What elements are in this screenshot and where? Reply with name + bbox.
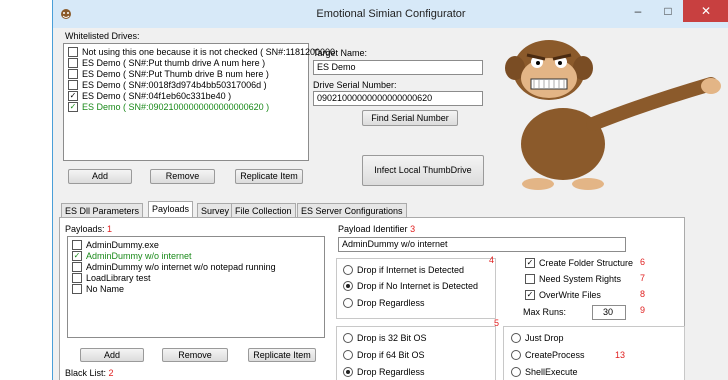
radio-option[interactable]: Drop Regardless [343,366,425,378]
max-runs-spinner[interactable]: 30 [592,305,626,320]
checkbox[interactable] [68,57,78,68]
annotation-marker: 1 [107,224,113,234]
checkbox-checked[interactable]: ✓ [525,257,535,268]
annotation-marker: 8 [640,289,646,299]
checkbox[interactable] [68,68,78,79]
target-name-label: Target Name: [313,48,368,58]
blacklist-label: Black List: 2 [65,368,114,378]
whitelist-label: Whitelisted Drives: [65,31,140,41]
annotation-marker: 9 [640,305,646,315]
max-runs-label: Max Runs: [523,307,567,317]
infect-thumbdrive-button[interactable]: Infect Local ThumbDrive [362,155,484,186]
radio-option[interactable]: Drop is 32 Bit OS [343,332,427,344]
minimize-button[interactable]: – [623,0,653,22]
radio-option[interactable]: ShellExecute [511,366,578,378]
radio-option[interactable]: Just Drop [511,332,564,344]
payload-item[interactable]: No Name [72,283,124,295]
annotation-marker: 6 [640,257,646,267]
whitelist-remove-button[interactable]: Remove [150,169,215,184]
payload-item[interactable]: LoadLibrary test [72,272,151,284]
checkbox[interactable] [525,273,535,284]
radio-button[interactable] [343,264,353,275]
payload-add-button[interactable]: Add [80,348,144,362]
maximize-button[interactable]: □ [653,0,683,22]
close-button[interactable]: ✕ [683,0,728,22]
whitelist-item[interactable]: ES Demo ( SN#:0018f3d974b4bb50317006d ) [68,79,267,91]
checkbox-checked[interactable]: ✓ [72,250,82,261]
payloads-tab-panel: Payloads: 1 AdminDummy.exe ✓ AdminDummy w… [59,217,685,380]
radio-button[interactable] [343,349,353,360]
checkbox[interactable] [72,283,82,294]
payload-item[interactable]: ✓ AdminDummy w/o internet [72,250,192,262]
checkbox-checked[interactable]: ✓ [525,289,535,300]
create-folder-checkbox[interactable]: ✓ Create Folder Structure [525,257,633,269]
annotation-marker: 5 [494,318,500,328]
annotation-marker: 13 [615,350,626,360]
radio-option[interactable]: Drop if No Internet is Detected [343,280,478,292]
radio-option[interactable]: Drop Regardless [343,297,425,309]
whitelist-item[interactable]: ✓ ES Demo ( SN#:09021000000000000000620 ) [68,101,269,113]
radio-button[interactable] [511,332,521,343]
payload-item[interactable]: AdminDummy w/o internet w/o notepad runn… [72,261,276,273]
checkbox[interactable] [72,239,82,250]
payloads-listbox[interactable]: AdminDummy.exe ✓ AdminDummy w/o internet … [67,236,325,338]
payload-replicate-button[interactable]: Replicate Item [248,348,316,362]
payload-identifier-label: Payload Identifier 3 [338,224,416,234]
payload-item[interactable]: AdminDummy.exe [72,239,159,251]
annotation-marker: 3 [410,224,416,234]
whitelist-item[interactable]: Not using this one because it is not che… [68,46,335,58]
checkbox[interactable] [68,46,78,57]
find-serial-button[interactable]: Find Serial Number [362,110,458,126]
whitelist-replicate-button[interactable]: Replicate Item [235,169,303,184]
annotation-marker: 7 [640,273,646,283]
payload-remove-button[interactable]: Remove [162,348,228,362]
tab-es-server-configurations[interactable]: ES Server Configurations [297,203,407,218]
whitelist-item[interactable]: ES Demo ( SN#:Put Thumb drive B num here… [68,68,269,80]
radio-button-selected[interactable] [343,280,353,291]
target-name-field[interactable]: ES Demo [313,60,483,75]
payload-identifier-field[interactable]: AdminDummy w/o internet [338,237,626,252]
checkbox-checked[interactable]: ✓ [68,90,78,101]
whitelist-item[interactable]: ✓ ES Demo ( SN#:04f1eb60c331be40 ) [68,90,231,102]
os-condition-group: Drop is 32 Bit OS Drop if 64 Bit OS Drop… [336,326,496,380]
system-rights-checkbox[interactable]: Need System Rights [525,273,621,285]
payloads-label: Payloads: 1 [65,224,113,234]
annotation-marker: 2 [108,368,114,378]
whitelist-listbox[interactable]: Not using this one because it is not che… [63,43,335,161]
execution-method-group: Just Drop CreateProcess ShellExecute [503,326,685,380]
monkey-mascot-image [505,40,721,190]
radio-button[interactable] [511,366,521,377]
radio-option[interactable]: Drop if 64 Bit OS [343,349,425,361]
annotation-marker: 4 [489,255,495,265]
tab-survey[interactable]: Survey [197,203,234,218]
serial-field[interactable]: 09021000000000000000620 [313,91,483,106]
radio-button[interactable] [343,332,353,343]
checkbox[interactable] [72,261,82,272]
radio-option[interactable]: Drop if Internet is Detected [343,264,464,276]
checkbox[interactable] [68,79,78,90]
tab-file-collection[interactable]: File Collection [231,203,296,218]
app-window: Emotional Simian Configurator – □ ✕ Whit… [52,0,728,380]
checkbox-checked[interactable]: ✓ [68,101,78,112]
whitelist-add-button[interactable]: Add [68,169,132,184]
radio-button-selected[interactable] [343,366,353,377]
serial-label: Drive Serial Number: [313,80,397,90]
internet-condition-group: Drop if Internet is Detected Drop if No … [336,258,496,319]
checkbox[interactable] [72,272,82,283]
whitelist-item[interactable]: ES Demo ( SN#:Put thumb drive A num here… [68,57,265,69]
radio-button[interactable] [511,349,521,360]
tab-es-dll-parameters[interactable]: ES Dll Parameters [61,203,144,218]
radio-button[interactable] [343,297,353,308]
radio-option[interactable]: CreateProcess [511,349,585,361]
overwrite-checkbox[interactable]: ✓ OverWrite Files [525,289,601,301]
